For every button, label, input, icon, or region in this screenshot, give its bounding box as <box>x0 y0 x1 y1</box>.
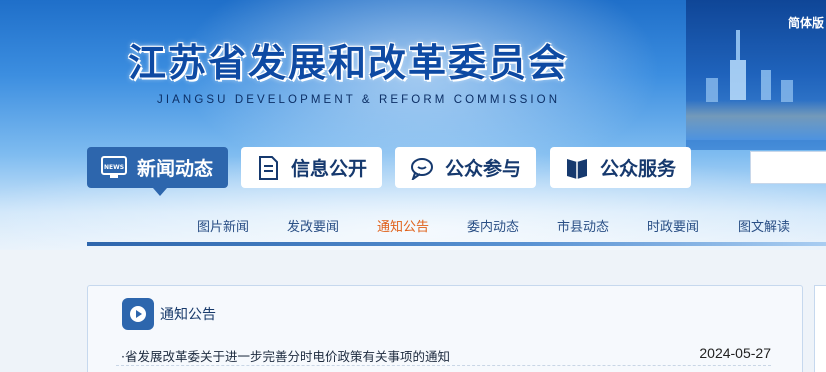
active-nav-indicator <box>153 188 167 196</box>
sub-nav-internal-news[interactable]: 委内动态 <box>467 216 519 235</box>
chat-bubble-icon <box>409 155 435 181</box>
sub-nav-graphic-interpretation[interactable]: 图文解读 <box>738 216 790 235</box>
play-icon[interactable] <box>122 298 154 330</box>
nav-public-service[interactable]: 公众服务 <box>550 147 691 188</box>
site-title: 江苏省发展和改革委员会 <box>128 41 569 85</box>
nav-info-disclosure-label: 信息公开 <box>291 158 368 180</box>
language-switch-link[interactable]: 简体版 <box>788 14 824 31</box>
notice-panel-title[interactable]: 通知公告 <box>160 304 216 324</box>
sub-nav-county-news[interactable]: 市县动态 <box>557 216 609 235</box>
notice-panel: 通知公告 ·省发展改革委关于进一步完善分时电价政策有关事项的通知 2024-05… <box>87 285 803 372</box>
nav-info-disclosure[interactable]: 信息公开 <box>241 147 382 188</box>
site-subtitle: JIANGSU DEVELOPMENT & REFORM COMMISSION <box>157 94 561 106</box>
search-input[interactable] <box>750 151 826 184</box>
nav-public-service-label: 公众服务 <box>600 158 677 180</box>
document-icon <box>255 155 281 181</box>
news-icon-text: NEWS <box>104 164 124 171</box>
news-icon: NEWS <box>101 155 127 181</box>
nav-news[interactable]: NEWS 新闻动态 <box>87 147 228 188</box>
nav-public-participation-label: 公众参与 <box>445 158 522 180</box>
sub-nav: 图片新闻 发改要闻 通知公告 委内动态 市县动态 时政要闻 图文解读 <box>0 212 826 240</box>
sub-nav-underline <box>87 242 826 246</box>
sub-nav-politics-news[interactable]: 时政要闻 <box>647 216 699 235</box>
notice-item-title[interactable]: ·省发展改革委关于进一步完善分时电价政策有关事项的通知 <box>121 346 450 365</box>
nav-news-label: 新闻动态 <box>137 158 214 180</box>
side-panel <box>814 285 826 372</box>
notice-item-date: 2024-05-27 <box>699 345 771 361</box>
sub-nav-picture-news[interactable]: 图片新闻 <box>197 216 249 235</box>
sub-nav-notices[interactable]: 通知公告 <box>377 216 429 235</box>
book-icon <box>564 155 590 181</box>
nav-public-participation[interactable]: 公众参与 <box>395 147 536 188</box>
notice-panel-header: 通知公告 <box>122 298 216 330</box>
sub-nav-reform-news[interactable]: 发改要闻 <box>287 216 339 235</box>
list-item[interactable]: ·省发展改革委关于进一步完善分时电价政策有关事项的通知 2024-05-27 <box>116 344 771 366</box>
